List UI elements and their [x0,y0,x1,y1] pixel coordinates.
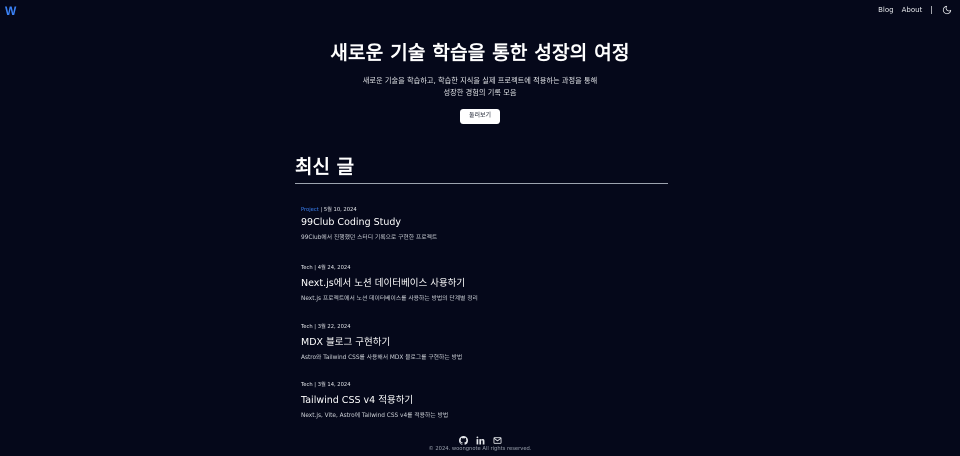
post-category[interactable]: Project [301,207,319,213]
post-title[interactable]: MDX 블로그 구현하기 [301,334,661,348]
post-category[interactable]: Tech [301,265,313,271]
hero-section: 새로운 기술 학습을 통한 성장의 여정 새로운 기술을 학습하고, 학습한 지… [0,38,960,124]
github-icon[interactable] [458,430,468,445]
post-meta: Tech | 3월 14, 2024 [301,381,661,388]
copyright-text: © 2024. woongnote All rights reserved. [428,446,532,452]
top-nav: Blog About | [878,4,952,15]
hero-description-line1: 새로운 기술을 학습하고, 학습한 지식을 실제 프로젝트에 적용하는 과정을 … [362,76,598,85]
post-item[interactable]: Project | 5월 10, 2024 99Club Coding Stud… [301,206,661,241]
nav-about-link[interactable]: About [902,6,923,14]
nav-separator: | [930,5,933,14]
post-summary: Astro와 Tailwind CSS를 사용해서 MDX 블로그를 구현하는 … [301,355,463,361]
browse-button[interactable]: 둘러보기 [459,109,501,124]
post-date: 4월 24, 2024 [317,265,351,271]
post-summary: 99Club에서 진행했던 스터디 기록으로 구현한 프로젝트 [301,235,438,241]
moon-icon[interactable] [941,4,952,15]
post-summary: Next.js 프로젝트에서 노션 데이터베이스를 사용하는 방법의 단계별 정… [301,296,478,302]
post-title[interactable]: Tailwind CSS v4 적용하기 [301,392,661,406]
post-item[interactable]: Tech | 3월 14, 2024 Tailwind CSS v4 적용하기 … [301,381,661,419]
post-meta: Project | 5월 10, 2024 [301,206,661,213]
mail-icon[interactable] [493,430,502,444]
hero-description-line2: 성장한 경험의 기록 모음 [443,88,517,97]
post-item[interactable]: Tech | 4월 24, 2024 Next.js에서 노션 데이터베이스 사… [301,264,661,302]
site-logo[interactable]: W [5,4,16,18]
post-date: 5월 10, 2024 [323,207,357,213]
latest-posts-heading: 최신 글 [295,152,668,184]
hero-description: 새로운 기술을 학습하고, 학습한 지식을 실제 프로젝트에 적용하는 과정을 … [0,75,960,99]
post-title[interactable]: 99Club Coding Study [301,217,661,228]
post-category[interactable]: Tech [301,382,313,388]
post-summary: Next.js, Vite, Astro에 Tailwind CSS v4를 적… [301,413,449,419]
nav-blog-link[interactable]: Blog [878,6,893,14]
post-date: 3월 22, 2024 [317,324,351,330]
site-footer: © 2024. woongnote All rights reserved. [0,430,960,452]
social-links [0,430,960,445]
hero-title: 새로운 기술 학습을 통한 성장의 여정 [330,42,630,64]
post-meta: Tech | 4월 24, 2024 [301,264,661,271]
post-date: 3월 14, 2024 [317,382,351,388]
post-title[interactable]: Next.js에서 노션 데이터베이스 사용하기 [301,275,661,289]
post-category[interactable]: Tech [301,324,313,330]
post-meta: Tech | 3월 22, 2024 [301,323,661,330]
linkedin-icon[interactable] [476,430,485,445]
latest-posts-section: 최신 글 [295,152,668,184]
post-item[interactable]: Tech | 3월 22, 2024 MDX 블로그 구현하기 Astro와 T… [301,323,661,361]
